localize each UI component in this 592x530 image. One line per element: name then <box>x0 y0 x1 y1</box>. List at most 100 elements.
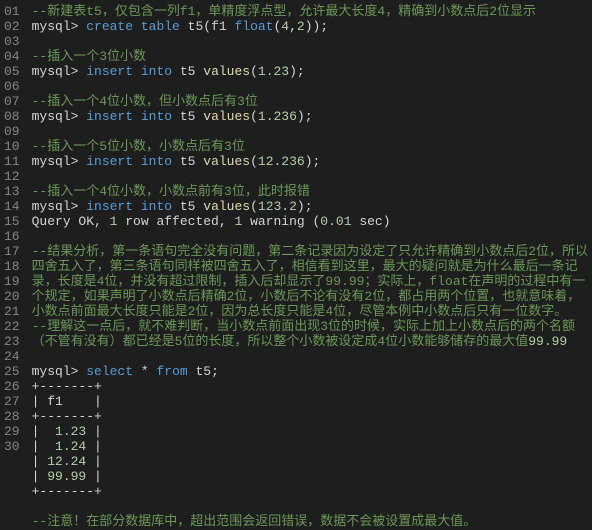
token: 1.24 <box>55 439 86 454</box>
code-line <box>32 169 592 184</box>
token: 123.2 <box>258 199 297 214</box>
token: +-------+ <box>32 409 102 424</box>
code-line: --插入一个4位小数，小数点前有3位，此时报错 <box>32 184 592 199</box>
code-editor[interactable]: 0102030405060708091011121314151617181920… <box>0 0 592 530</box>
token: into <box>141 109 172 124</box>
token: | <box>86 454 102 469</box>
token: table <box>141 19 180 34</box>
token: values <box>203 199 250 214</box>
token: 12.236 <box>258 154 305 169</box>
token: float <box>234 19 273 34</box>
line-number: 19 <box>4 274 20 289</box>
code-line: Query OK, 1 row affected, 1 warning (0.0… <box>32 214 592 229</box>
token: ); <box>289 64 305 79</box>
token: +-------+ <box>32 379 102 394</box>
line-number: 20 <box>4 289 20 304</box>
token: 1.23 <box>55 424 86 439</box>
line-number: 29 <box>4 424 20 439</box>
line-number: 14 <box>4 199 20 214</box>
token <box>133 199 141 214</box>
token <box>133 109 141 124</box>
line-number: 01 <box>4 4 20 19</box>
code-line: mysql> insert into t5 values(1.23); <box>32 64 592 79</box>
token: | <box>86 424 102 439</box>
code-line: --理解这一点后，就不难判断，当小数点前面出现3位的时候，实际上加上小数点后的两… <box>32 319 592 364</box>
token: | <box>32 439 55 454</box>
token: values <box>203 64 250 79</box>
line-number: 16 <box>4 229 20 244</box>
line-number: 07 <box>4 94 20 109</box>
token: t5; <box>188 364 219 379</box>
line-number: 10 <box>4 139 20 154</box>
token: 1.236 <box>258 109 297 124</box>
line-number: 04 <box>4 49 20 64</box>
token: into <box>141 199 172 214</box>
token: 99.99 <box>47 469 86 484</box>
token: ); <box>297 199 313 214</box>
token <box>133 19 141 34</box>
token: 1.23 <box>258 64 289 79</box>
code-line: --结果分析，第一条语句完全没有问题，第二条记录因为设定了只允许精确到小数点后2… <box>32 244 592 304</box>
line-number: 27 <box>4 394 20 409</box>
code-line: mysql> create table t5(f1 float(4,2)); <box>32 19 592 34</box>
code-line: +-------+ <box>32 379 592 394</box>
token: )); <box>305 19 328 34</box>
token: 0.01 <box>320 214 351 229</box>
code-area[interactable]: --新建表t5，仅包含一列f1，单精度浮点型，允许最大长度4，精确到小数点后2位… <box>28 0 592 530</box>
token: mysql> <box>32 364 87 379</box>
token: mysql> <box>32 64 87 79</box>
token: insert <box>86 154 133 169</box>
token: | <box>32 454 48 469</box>
code-line: --新建表t5，仅包含一列f1，单精度浮点型，允许最大长度4，精确到小数点后2位… <box>32 4 592 19</box>
token: row affected, <box>117 214 234 229</box>
token: --结果分析，第一条语句完全没有问题，第二条记录因为设定了只允许精确到小数点后2… <box>32 244 588 319</box>
token: * <box>141 364 149 379</box>
token: ( <box>250 199 258 214</box>
line-number: 06 <box>4 79 20 94</box>
token: --插入一个5位小数，小数点后有3位 <box>32 139 245 154</box>
code-line: --插入一个5位小数，小数点后有3位 <box>32 139 592 154</box>
line-number: 03 <box>4 34 20 49</box>
code-line <box>32 34 592 49</box>
token <box>133 64 141 79</box>
code-line: +-------+ <box>32 409 592 424</box>
token: insert <box>86 64 133 79</box>
token: ); <box>297 109 313 124</box>
code-line: | 12.24 | <box>32 454 592 469</box>
line-number: 13 <box>4 184 20 199</box>
token: t5 <box>172 199 203 214</box>
token: Query OK, <box>32 214 110 229</box>
line-number: 30 <box>4 439 20 454</box>
line-number: 11 <box>4 154 20 169</box>
token: values <box>203 154 250 169</box>
code-line <box>32 79 592 94</box>
token: --新建表t5，仅包含一列f1，单精度浮点型，允许最大长度4，精确到小数点后2位… <box>32 4 536 19</box>
token: insert <box>86 199 133 214</box>
token: , <box>289 19 297 34</box>
code-line: mysql> select * from t5; <box>32 364 592 379</box>
token: values <box>203 109 250 124</box>
code-line <box>32 499 592 514</box>
token: --插入一个4位小数，但小数点后有3位 <box>32 94 258 109</box>
code-line: mysql> insert into t5 values(12.236); <box>32 154 592 169</box>
code-line: --插入一个3位小数 <box>32 49 592 64</box>
line-number: 21 <box>4 304 20 319</box>
line-number: 08 <box>4 109 20 124</box>
token: --插入一个4位小数，小数点前有3位，此时报错 <box>32 184 310 199</box>
code-line: mysql> insert into t5 values(123.2); <box>32 199 592 214</box>
line-number: 24 <box>4 349 20 364</box>
code-line: | 1.24 | <box>32 439 592 454</box>
token: ); <box>305 154 321 169</box>
token: from <box>156 364 187 379</box>
token: mysql> <box>32 154 87 169</box>
token: | <box>86 439 102 454</box>
token: 2 <box>297 19 305 34</box>
token: --注意！在部分数据库中，超出范围会返回错误，数据不会被设置成最大值。 <box>32 514 477 529</box>
line-number: 02 <box>4 19 20 34</box>
token: 99.99 <box>528 334 567 349</box>
token: t5 <box>172 64 203 79</box>
line-number: 15 <box>4 214 20 229</box>
token: t5 <box>172 109 203 124</box>
line-number: 17 <box>4 244 20 259</box>
line-number: 23 <box>4 334 20 349</box>
